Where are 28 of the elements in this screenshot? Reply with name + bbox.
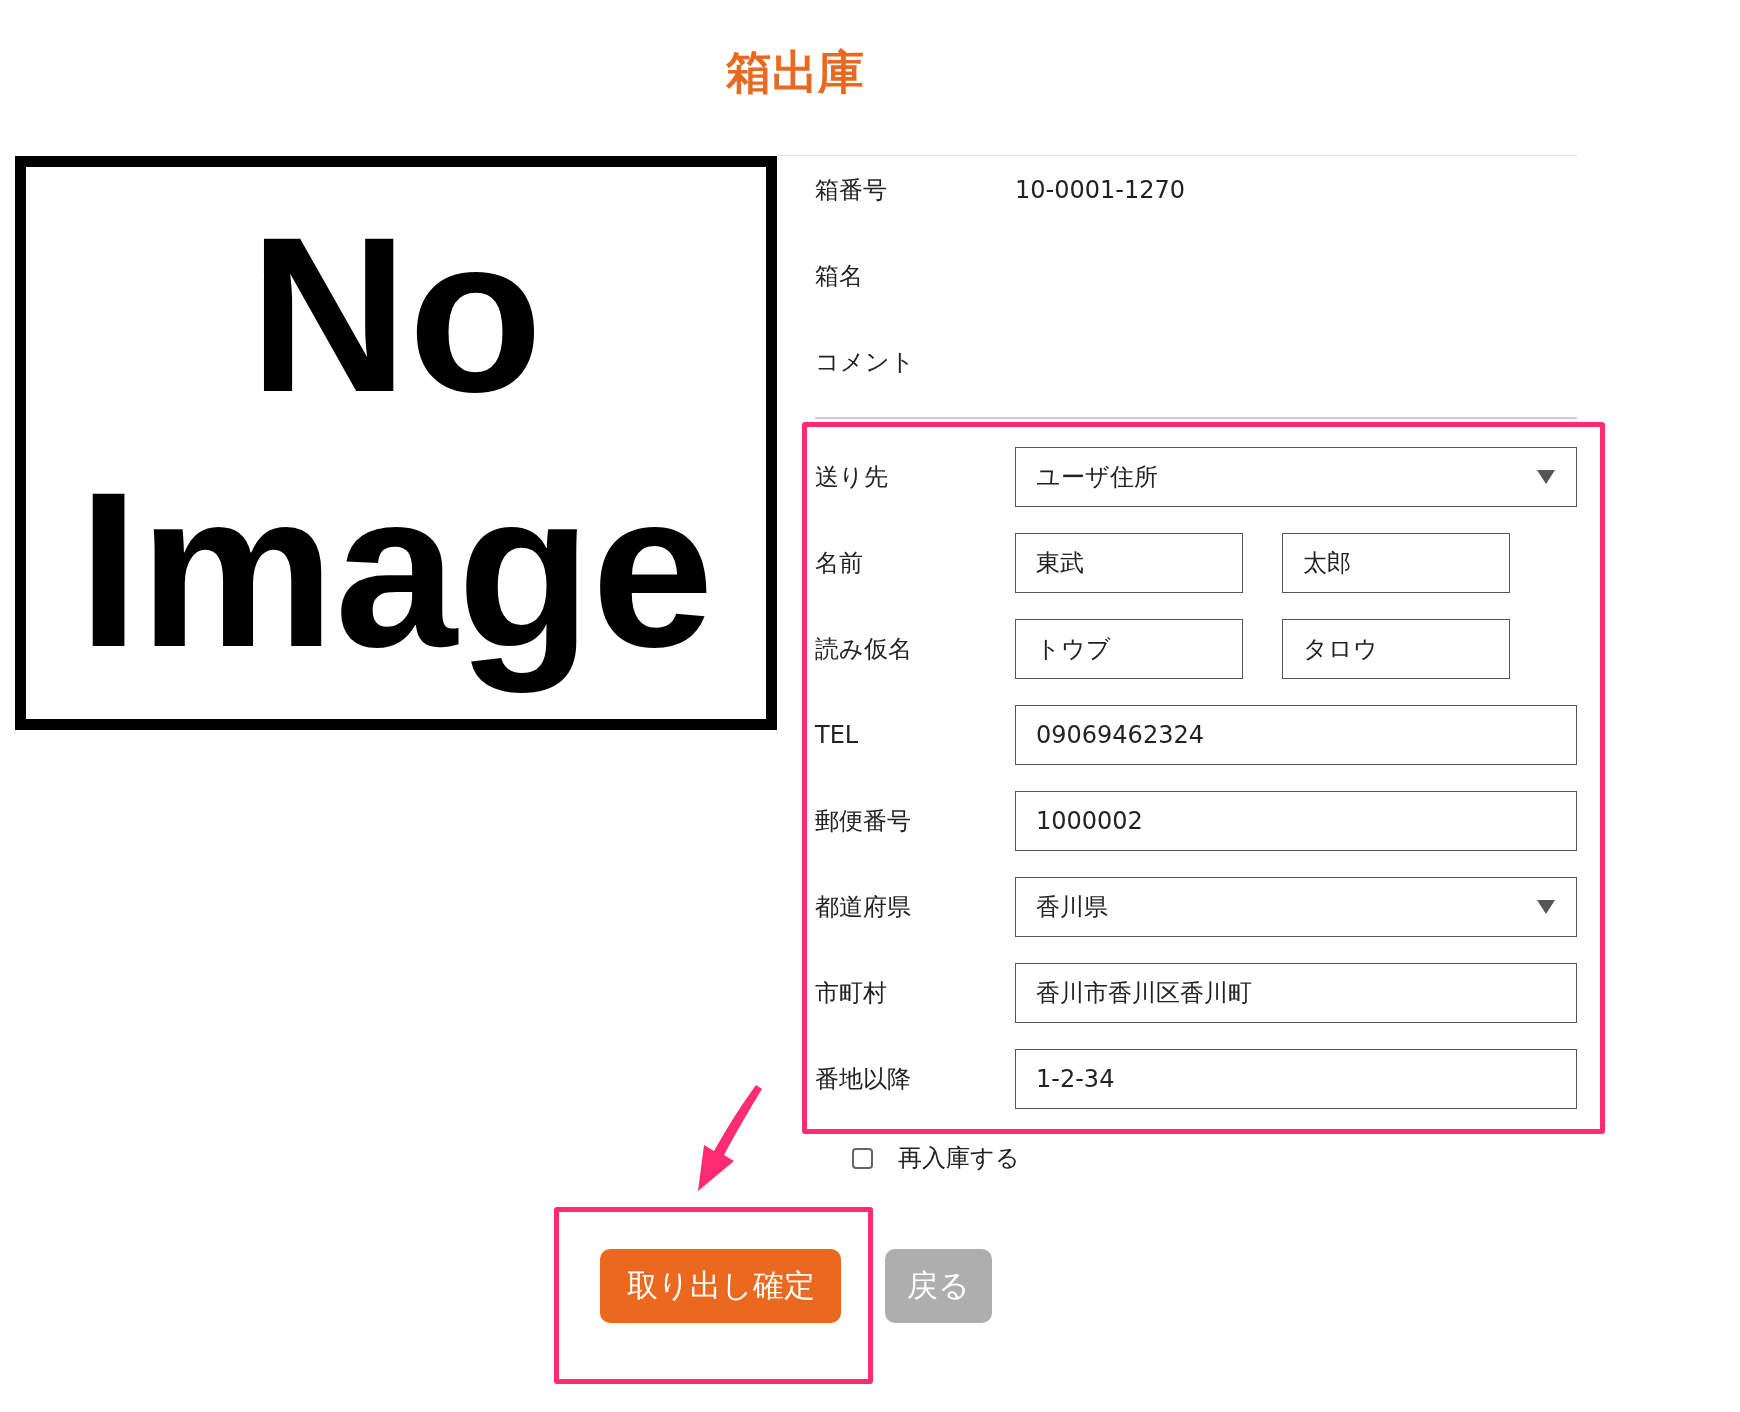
field-label: TEL [815, 721, 860, 749]
checkbox-label: 再入庫する [898, 1143, 1020, 1174]
input-field[interactable]: トウブ [1015, 619, 1243, 679]
field-label: 郵便番号 [815, 806, 912, 837]
dropdown[interactable]: 香川県 [1015, 877, 1577, 937]
no-image-text: No Image [77, 190, 715, 695]
input-field[interactable]: タロウ [1282, 619, 1510, 679]
info-value: 10-0001-1270 [1015, 176, 1185, 204]
field-label: 名前 [815, 548, 864, 579]
field-label: 送り先 [815, 462, 889, 493]
input-field[interactable]: 1-2-34 [1015, 1049, 1577, 1109]
field-label: 番地以降 [815, 1064, 912, 1095]
page-title: 箱出庫 [726, 45, 864, 99]
info-label: 箱番号 [815, 175, 888, 206]
input-field[interactable]: 1000002 [1015, 791, 1577, 851]
info-label: 箱名 [815, 261, 864, 292]
caret-icon [1536, 899, 1556, 915]
field-label: 市町村 [815, 978, 888, 1009]
info-label: コメント [815, 347, 916, 378]
dropdown[interactable]: ユーザ住所 [1015, 447, 1577, 507]
input-field[interactable]: 太郎 [1282, 533, 1510, 593]
input-field[interactable]: 東武 [1015, 533, 1243, 593]
caret-icon [1536, 469, 1556, 485]
field-label: 都道府県 [815, 892, 912, 923]
checkbox[interactable] [852, 1147, 873, 1169]
input-field[interactable]: 香川市香川区香川町 [1015, 963, 1577, 1023]
field-label: 読み仮名 [815, 634, 913, 665]
input-field[interactable]: 09069462324 [1015, 705, 1577, 765]
